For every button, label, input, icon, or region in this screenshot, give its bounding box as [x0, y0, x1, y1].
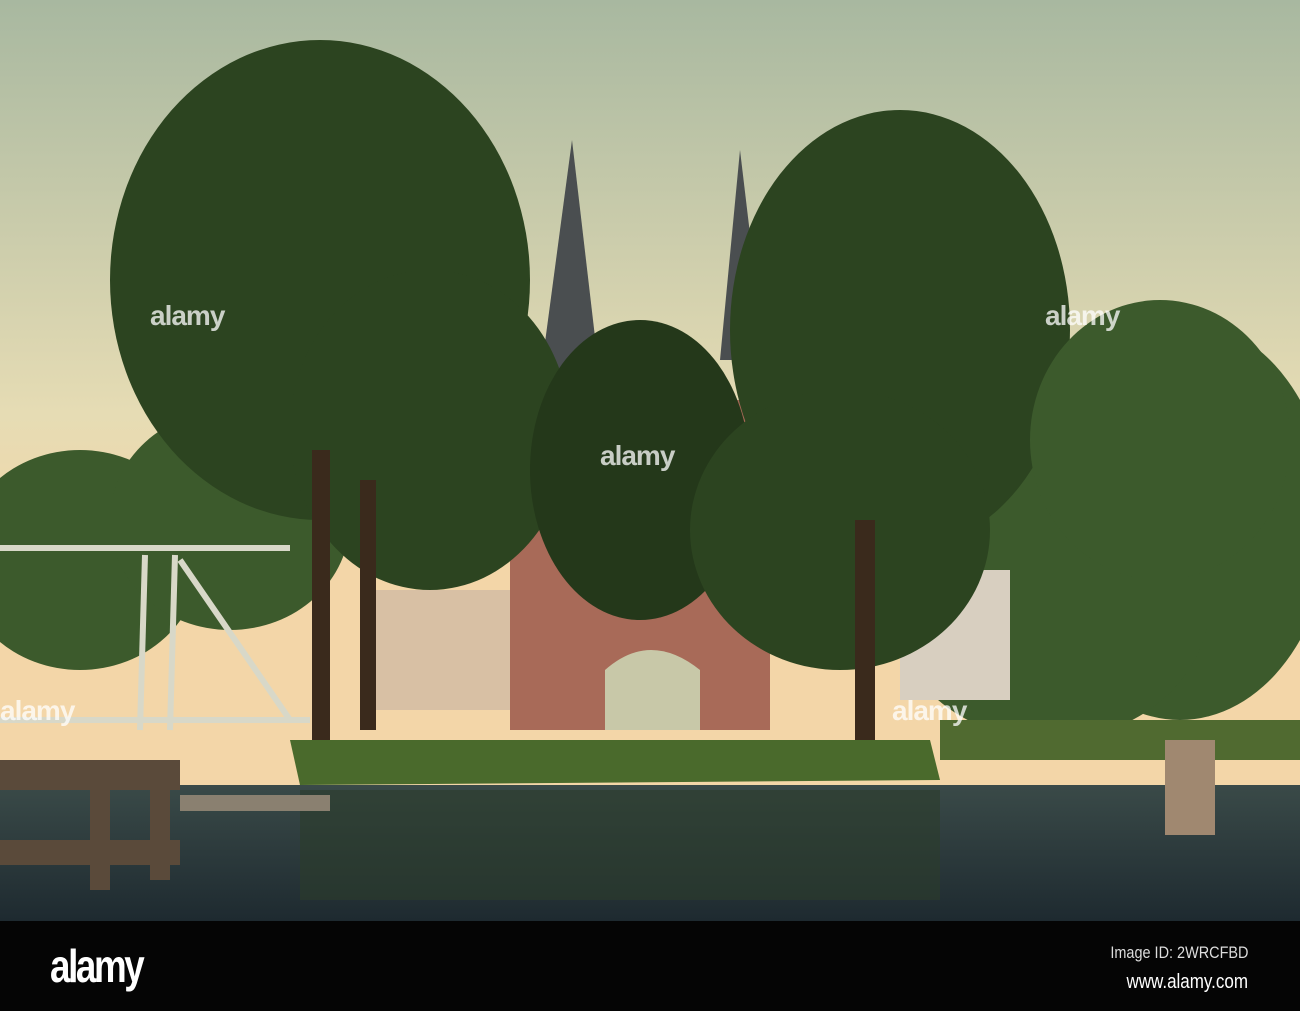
watermark: alamy [1045, 300, 1120, 331]
boat [180, 795, 330, 811]
watermark: alamy [150, 300, 225, 331]
far-bank [940, 720, 1300, 760]
island [290, 740, 940, 785]
water-reflection [300, 790, 940, 900]
image-id: Image ID: 2WRCFBD [1109, 943, 1248, 962]
alamy-logo: alamy [50, 940, 145, 992]
watermark: alamy [892, 695, 967, 726]
stock-photo: alamy alamy alamy alamy alamy alamy Imag… [0, 0, 1300, 1011]
house-left [370, 590, 510, 710]
website-link: www.alamy.com [1126, 971, 1248, 993]
watermark: alamy [0, 695, 75, 726]
gate-arch [605, 650, 700, 730]
watermark: alamy [600, 440, 675, 471]
buoy-post [1165, 740, 1215, 835]
footer-band: alamy Image ID: 2WRCFBD www.alamy.com [0, 921, 1300, 1011]
